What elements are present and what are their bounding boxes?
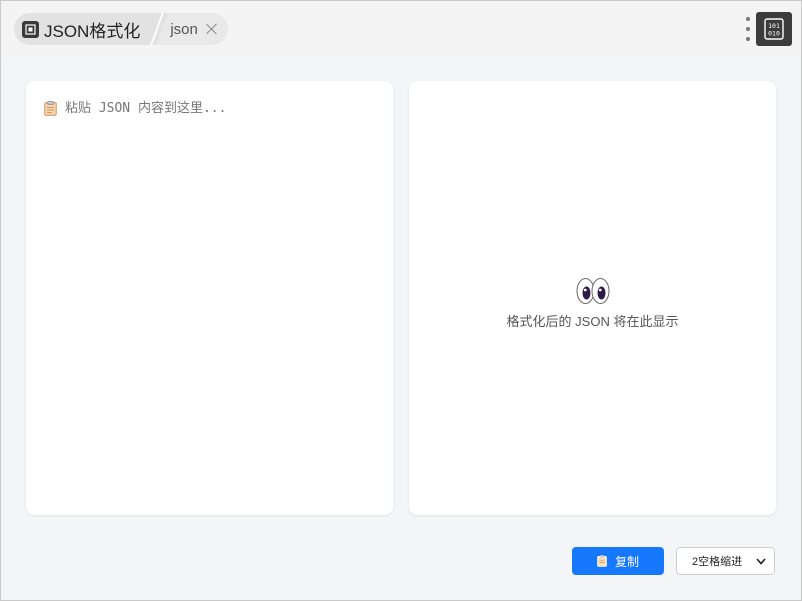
tab-label: json <box>170 20 198 38</box>
app-logo-button[interactable]: 101 010 <box>756 12 792 46</box>
tab-json[interactable]: json <box>156 13 228 45</box>
empty-state-text: 格式化后的 JSON 将在此显示 <box>506 314 679 329</box>
json-output-panel: 格式化后的 JSON 将在此显示 <box>409 81 776 515</box>
more-vertical-icon <box>746 17 750 21</box>
breadcrumb-separator <box>154 13 156 45</box>
indent-select[interactable]: 2空格缩进 <box>676 547 775 575</box>
app-icon <box>22 20 39 38</box>
app-window: JSON格式化 json 101 010 粘贴 JSON 内容到这里... 格式… <box>0 0 802 601</box>
binary-icon: 101 010 <box>764 18 784 40</box>
empty-state: 格式化后的 JSON 将在此显示 <box>409 277 776 330</box>
more-options-button[interactable] <box>742 17 754 41</box>
close-icon[interactable] <box>206 23 218 35</box>
indent-select-value: 2空格缩进 <box>692 556 743 568</box>
chevron-down-icon <box>756 557 766 565</box>
clipboard-icon <box>597 555 607 567</box>
json-input[interactable]: 粘贴 JSON 内容到这里... <box>26 81 393 515</box>
breadcrumb: JSON格式化 json <box>14 13 228 45</box>
title-bar: JSON格式化 json 101 010 <box>1 1 801 57</box>
app-title-chip[interactable]: JSON格式化 <box>14 13 155 45</box>
app-title: JSON格式化 <box>44 21 141 41</box>
clipboard-icon <box>44 101 57 116</box>
copy-button[interactable]: 复制 <box>572 547 664 575</box>
more-dot <box>746 27 750 31</box>
input-placeholder: 粘贴 JSON 内容到这里... <box>65 101 227 116</box>
more-dot <box>746 37 750 41</box>
copy-button-label: 复制 <box>614 554 639 569</box>
eyes-icon <box>576 278 609 304</box>
json-input-panel: 粘贴 JSON 内容到这里... <box>26 81 393 515</box>
svg-text:010: 010 <box>768 30 780 38</box>
